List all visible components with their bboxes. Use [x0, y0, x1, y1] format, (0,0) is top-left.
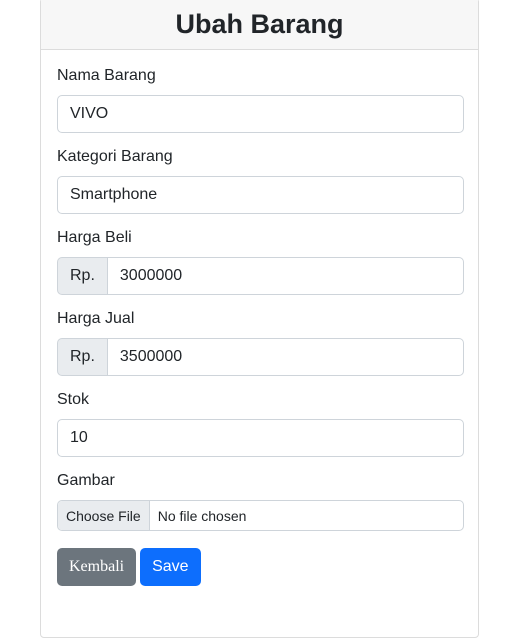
- back-button[interactable]: Kembali: [57, 548, 137, 586]
- file-status-text: No file chosen: [157, 507, 247, 524]
- harga-jual-group: Harga Jual Rp. 3500000: [57, 309, 464, 376]
- nama-barang-input[interactable]: VIVO: [57, 95, 464, 133]
- stok-input[interactable]: 10: [57, 419, 464, 457]
- form-body: Nama Barang VIVO Kategori Barang Smartph…: [41, 50, 478, 586]
- edit-item-card: Ubah Barang Nama Barang VIVO Kategori Ba…: [40, 0, 479, 638]
- card-header: Ubah Barang: [41, 0, 478, 50]
- harga-jual-input[interactable]: 3500000: [106, 338, 464, 376]
- stok-label: Stok: [57, 391, 90, 408]
- harga-jual-currency-prefix: Rp.: [57, 338, 107, 376]
- harga-beli-input[interactable]: 3000000: [106, 257, 464, 295]
- nama-barang-group: Nama Barang VIVO: [57, 66, 464, 133]
- harga-beli-currency-prefix: Rp.: [57, 257, 107, 295]
- kategori-barang-group: Kategori Barang Smartphone: [57, 147, 464, 214]
- kategori-barang-input[interactable]: Smartphone: [57, 176, 464, 214]
- harga-beli-group: Harga Beli Rp. 3000000: [57, 228, 464, 295]
- stok-group: Stok 10: [57, 390, 464, 457]
- choose-file-button[interactable]: Choose File: [58, 501, 150, 530]
- kategori-barang-label: Kategori Barang: [57, 148, 173, 165]
- gambar-file-input[interactable]: Choose File No file chosen: [57, 500, 464, 531]
- page-title: Ubah Barang: [175, 8, 344, 39]
- harga-beli-input-group: Rp. 3000000: [57, 257, 464, 295]
- gambar-group: Gambar Choose File No file chosen: [57, 471, 464, 531]
- form-actions: Kembali Save: [57, 548, 463, 586]
- nama-barang-label: Nama Barang: [57, 67, 156, 84]
- gambar-label: Gambar: [57, 472, 115, 489]
- save-button[interactable]: Save: [140, 548, 201, 586]
- harga-jual-label: Harga Jual: [57, 310, 135, 327]
- harga-beli-label: Harga Beli: [57, 229, 132, 246]
- harga-jual-input-group: Rp. 3500000: [57, 338, 464, 376]
